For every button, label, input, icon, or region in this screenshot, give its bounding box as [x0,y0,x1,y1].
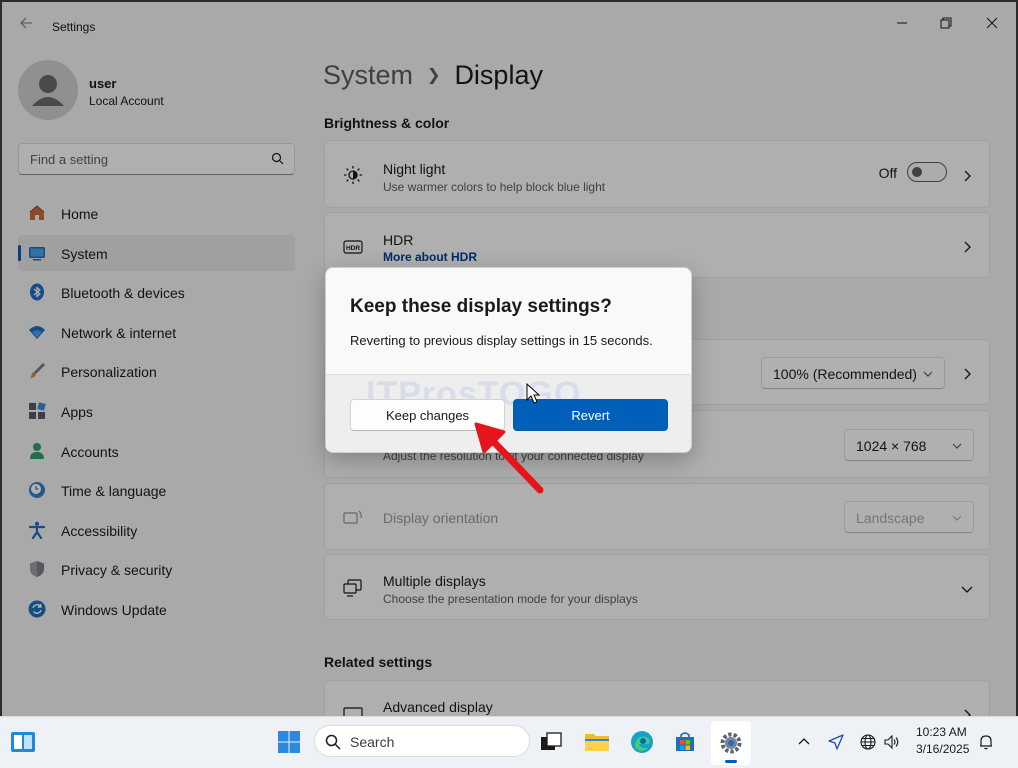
speaker-icon [884,734,899,750]
location-arrow-icon [828,734,844,750]
store-icon [676,732,694,751]
widgets-icon [11,732,35,752]
taskbar-search-placeholder: Search [350,734,395,750]
mouse-cursor-icon [526,383,541,404]
clock-date[interactable]: 3/16/2025 [916,742,969,756]
file-explorer-button[interactable] [582,727,612,757]
show-hidden-icons-button[interactable] [792,727,816,757]
annotation-arrow-icon [474,422,544,494]
taskbar-search[interactable]: Search [314,725,530,757]
notifications-button[interactable] [974,727,998,757]
store-button[interactable] [670,727,700,757]
clock-time[interactable]: 10:23 AM [916,725,967,739]
folder-icon [585,734,609,751]
globe-icon [860,734,876,750]
start-button[interactable] [274,727,304,757]
network-button[interactable] [856,727,880,757]
location-button[interactable] [824,727,848,757]
task-view-icon [541,732,562,750]
chevron-up-icon [798,738,810,745]
dialog-message: Reverting to previous display settings i… [350,333,653,348]
widgets-button[interactable] [8,727,38,757]
settings-taskbar-button[interactable] [711,721,751,765]
bell-icon [980,735,992,750]
task-view-button[interactable] [536,727,566,757]
dialog-title: Keep these display settings? [350,296,612,317]
search-icon [325,734,341,750]
edge-browser-icon [631,731,653,753]
windows-logo-icon [278,731,300,753]
edge-button[interactable] [627,727,657,757]
volume-button[interactable] [880,727,904,757]
settings-window: Settings user Local Account Find a setti… [2,2,1016,716]
settings-gear-icon [720,732,742,754]
taskbar: Search 10:23 AM 3/16/2025 [0,716,1018,768]
